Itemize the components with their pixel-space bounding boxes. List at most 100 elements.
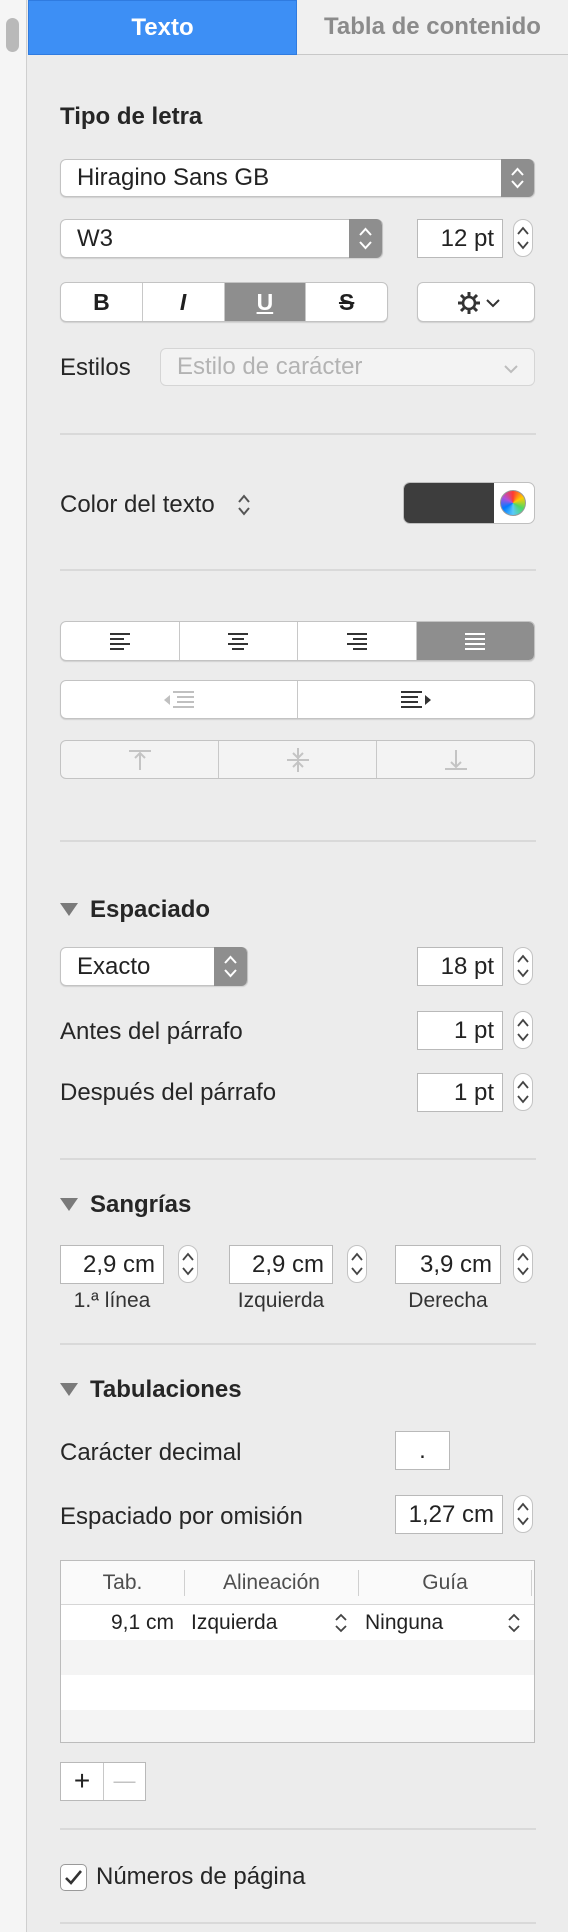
after-paragraph-label: Después del párrafo xyxy=(60,1079,277,1106)
font-size-stepper[interactable] xyxy=(513,219,533,257)
align-left-button[interactable] xyxy=(61,622,180,660)
table-row[interactable]: 9,1 cm Izquierda Ninguna xyxy=(61,1605,534,1640)
tab-tabla-de-contenido[interactable]: Tabla de contenido xyxy=(297,0,568,55)
disclosure-triangle-icon[interactable] xyxy=(60,1383,78,1396)
chevron-updown-icon[interactable] xyxy=(236,492,252,523)
first-line-indent-label: 1.ª línea xyxy=(73,1289,151,1312)
before-paragraph-stepper[interactable] xyxy=(513,1011,533,1049)
divider xyxy=(60,1343,536,1345)
column-header-alignment[interactable]: Alineación xyxy=(185,1561,358,1604)
right-indent-label: Derecha xyxy=(408,1289,488,1312)
underline-button[interactable]: U xyxy=(224,283,307,321)
tab-texto[interactable]: Texto xyxy=(28,0,297,55)
add-remove-tab-control: + — xyxy=(60,1762,146,1801)
default-spacing-field[interactable]: 1,27 cm xyxy=(395,1495,503,1534)
chevron-updown-icon xyxy=(349,219,382,258)
remove-tab-button[interactable]: — xyxy=(104,1763,145,1800)
align-bottom-button[interactable] xyxy=(377,741,534,778)
before-paragraph-field[interactable]: 1 pt xyxy=(417,1011,503,1050)
text-color-swatch[interactable] xyxy=(404,483,494,523)
divider xyxy=(60,433,536,435)
color-wheel-icon[interactable] xyxy=(500,490,526,516)
decimal-character-field[interactable]: . xyxy=(395,1431,450,1470)
tab-leader-cell[interactable]: Ninguna xyxy=(365,1611,443,1635)
align-right-icon xyxy=(346,633,367,650)
right-indent-field[interactable]: 3,9 cm xyxy=(395,1245,501,1284)
tab-stops-table: Tab. Alineación Guía 9,1 cm Izquierda Ni… xyxy=(60,1560,535,1743)
column-header-leader[interactable]: Guía xyxy=(359,1561,531,1604)
align-justify-button[interactable] xyxy=(416,622,534,660)
checkmark-icon xyxy=(65,1870,82,1885)
spacing-heading: Espaciado xyxy=(90,896,211,923)
font-family-select[interactable]: Hiragino Sans GB xyxy=(60,159,535,197)
page-numbers-checkbox[interactable] xyxy=(60,1864,87,1891)
first-line-indent-stepper[interactable] xyxy=(178,1245,198,1283)
align-middle-button[interactable] xyxy=(219,741,377,778)
chevron-down-icon xyxy=(503,362,519,380)
font-weight-select[interactable]: W3 xyxy=(60,219,383,258)
align-top-icon xyxy=(128,749,151,770)
left-indent-stepper[interactable] xyxy=(347,1245,367,1283)
add-tab-button[interactable]: + xyxy=(61,1763,104,1800)
divider xyxy=(60,1158,536,1160)
line-spacing-field[interactable]: 18 pt xyxy=(417,947,503,986)
left-indent-label: Izquierda xyxy=(237,1289,325,1312)
tab-alignment-cell[interactable]: Izquierda xyxy=(191,1611,277,1635)
increase-indent-icon xyxy=(401,690,431,708)
left-indent-field[interactable]: 2,9 cm xyxy=(229,1245,333,1284)
align-center-icon xyxy=(228,633,249,650)
increase-indent-button[interactable] xyxy=(298,681,534,718)
line-spacing-stepper[interactable] xyxy=(513,947,533,985)
chevron-updown-icon xyxy=(214,947,247,986)
chevron-updown-icon xyxy=(501,159,534,197)
decimal-character-label: Carácter decimal xyxy=(60,1439,242,1466)
disclosure-triangle-icon[interactable] xyxy=(60,1198,78,1211)
disclosure-triangle-icon[interactable] xyxy=(60,903,78,916)
decrease-indent-icon xyxy=(164,690,194,708)
line-spacing-mode-select[interactable]: Exacto xyxy=(60,947,248,986)
default-spacing-label: Espaciado por omisión xyxy=(60,1503,303,1530)
align-center-button[interactable] xyxy=(180,622,298,660)
align-top-button[interactable] xyxy=(61,741,219,778)
text-color-well xyxy=(403,482,535,524)
right-indent-stepper[interactable] xyxy=(513,1245,533,1283)
scrollbar-track[interactable] xyxy=(0,0,27,1932)
text-color-label: Color del texto xyxy=(60,491,215,518)
after-paragraph-field[interactable]: 1 pt xyxy=(417,1073,503,1112)
divider xyxy=(60,569,536,571)
character-style-placeholder: Estilo de carácter xyxy=(177,353,363,380)
column-divider xyxy=(531,1570,532,1596)
divider xyxy=(60,1828,536,1830)
page-numbers-label: Números de página xyxy=(96,1863,306,1890)
strikethrough-button[interactable]: S xyxy=(306,283,387,321)
alignment-segmented xyxy=(60,621,535,661)
italic-button[interactable]: I xyxy=(143,283,225,321)
font-heading: Tipo de letra xyxy=(60,103,203,130)
font-size-field[interactable]: 12 pt xyxy=(417,219,503,258)
table-row-empty xyxy=(61,1710,534,1742)
column-header-tab[interactable]: Tab. xyxy=(61,1561,184,1604)
chevron-updown-icon[interactable] xyxy=(507,1612,521,1639)
text-options-button[interactable] xyxy=(417,282,535,322)
character-style-select[interactable]: Estilo de carácter xyxy=(160,348,535,386)
chevron-updown-icon[interactable] xyxy=(334,1612,348,1639)
align-right-button[interactable] xyxy=(298,622,417,660)
font-weight-value: W3 xyxy=(77,225,113,252)
chevron-down-icon xyxy=(486,296,500,314)
scrollbar-thumb[interactable] xyxy=(6,18,19,52)
line-spacing-mode-value: Exacto xyxy=(77,953,151,980)
align-bottom-icon xyxy=(444,749,467,770)
tab-position-cell[interactable]: 9,1 cm xyxy=(111,1611,174,1635)
default-spacing-stepper[interactable] xyxy=(513,1495,533,1533)
table-row-empty xyxy=(61,1675,534,1710)
font-family-value: Hiragino Sans GB xyxy=(77,164,270,191)
first-line-indent-field[interactable]: 2,9 cm xyxy=(60,1245,164,1284)
after-paragraph-stepper[interactable] xyxy=(513,1073,533,1111)
font-style-segmented: B I U S xyxy=(60,282,388,322)
bold-button[interactable]: B xyxy=(61,283,143,321)
vertical-align-segmented xyxy=(60,740,535,779)
indents-heading: Sangrías xyxy=(90,1191,192,1218)
divider xyxy=(60,1922,536,1924)
decrease-indent-button[interactable] xyxy=(61,681,298,718)
divider xyxy=(60,840,536,842)
